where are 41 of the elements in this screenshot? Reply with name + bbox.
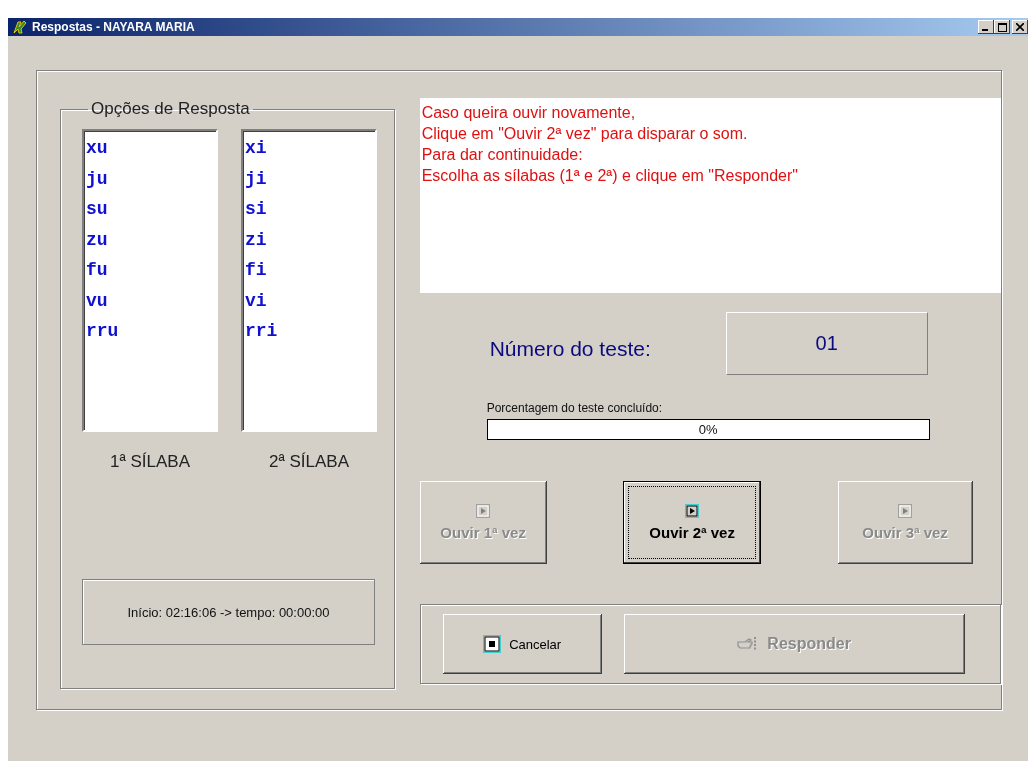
message-line: Para dar continuidade:: [421, 145, 584, 165]
list-item[interactable]: vi: [245, 285, 375, 316]
message-line: Caso queira ouvir novamente,: [421, 103, 637, 123]
list-item[interactable]: rri: [245, 316, 375, 347]
list-item[interactable]: zi: [245, 224, 375, 255]
list-item[interactable]: ju: [86, 163, 216, 194]
play-icon: [476, 504, 491, 518]
maximize-icon: [997, 22, 1007, 32]
play-button[interactable]: Ouvir 2ª vez: [623, 481, 762, 564]
list-item[interactable]: su: [86, 194, 216, 225]
play-icon: [685, 504, 700, 518]
test-number-label: Número do teste:: [489, 335, 652, 361]
close-button[interactable]: [1012, 20, 1028, 34]
window-title: Respostas - NAYARA MARIA: [32, 20, 195, 34]
list-item[interactable]: si: [245, 194, 375, 225]
syllable-list[interactable]: xu ju su zu fu vu rru: [82, 129, 218, 432]
test-number: 01: [815, 332, 838, 355]
list-caption: 1ª SÍLABA: [110, 452, 190, 472]
play-icon: [898, 504, 913, 518]
cancel-button[interactable]: Cancelar: [442, 614, 602, 674]
group-title: Opções de Resposta: [90, 99, 251, 119]
message-line: Escolha as sílabas (1ª e 2ª) e clique em "Responder": [421, 166, 799, 186]
stop-icon: [483, 635, 502, 653]
list-item[interactable]: rru: [86, 316, 216, 347]
message-line: Clique em "Ouvir 2ª vez" para disparar o som.: [421, 124, 749, 144]
list-item[interactable]: vu: [86, 285, 216, 316]
timer-text: Início: 02:16:06 -> tempo: 00:00:00: [127, 604, 330, 620]
close-icon: [1016, 23, 1024, 31]
list-item[interactable]: ji: [245, 163, 375, 194]
progress-label: Porcentagem do teste concluído:: [486, 401, 664, 415]
list-item[interactable]: zu: [86, 224, 216, 255]
app-icon: [12, 19, 28, 35]
list-caption: 2ª SÍLABA: [269, 452, 349, 472]
list-item[interactable]: xu: [86, 133, 216, 164]
syllable-list[interactable]: xi ji si zi fi vi rri: [241, 129, 377, 432]
minimize-button[interactable]: [978, 20, 994, 34]
list-item[interactable]: fi: [245, 255, 375, 286]
progress-reading: 0%: [698, 422, 718, 437]
maximize-button[interactable]: [994, 20, 1010, 34]
list-item[interactable]: fu: [86, 255, 216, 286]
list-item[interactable]: xi: [245, 133, 375, 164]
